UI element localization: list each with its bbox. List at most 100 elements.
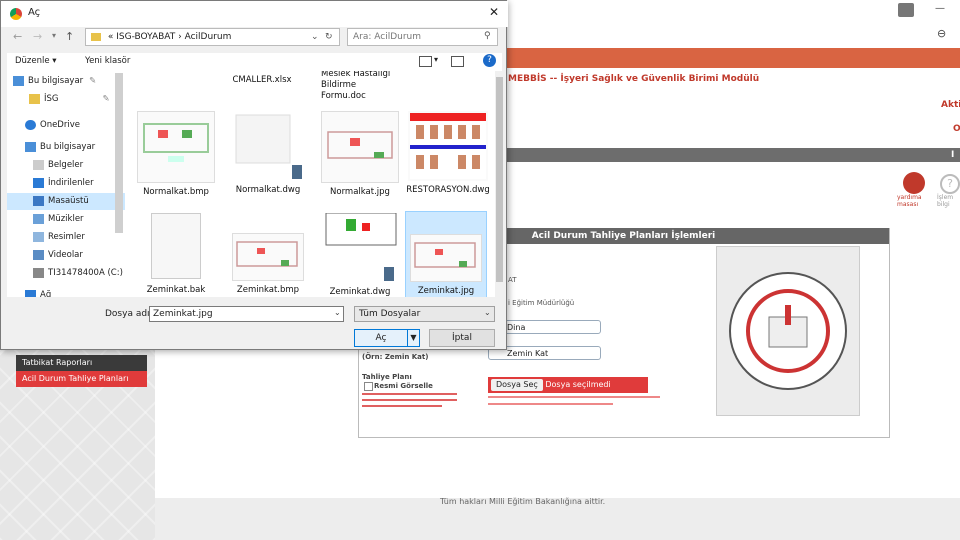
nav-item-pictures[interactable]: Resimler	[7, 229, 125, 246]
image-icon	[33, 231, 44, 242]
footer-text: Tüm hakları Milli Eğitim Bakanlığına ait…	[440, 497, 606, 506]
sidebar-link-drill-reports[interactable]: Tatbikat Raporları	[16, 355, 147, 371]
cancel-button[interactable]: İptal	[429, 329, 495, 347]
nav-item-label: İndirilenler	[48, 178, 94, 188]
nav-item-this-pc[interactable]: Bu bilgisayar ✎	[7, 73, 125, 90]
facade-thumbnail	[408, 111, 488, 181]
file-item-restorasyon-dwg[interactable]: RESTORASYON.dwg	[405, 111, 491, 196]
info-line-1	[362, 393, 457, 395]
nav-item-label: Masaüstü	[48, 196, 89, 206]
file-item-zeminkat-dwg[interactable]: Zeminkat.dwg	[317, 212, 403, 297]
file-item-normalkat-bmp[interactable]: Normalkat.bmp	[133, 111, 219, 198]
file-note-line-1	[488, 396, 660, 398]
desktop-icon	[33, 195, 44, 206]
breadcrumb-isg[interactable]: ISG-BOYABAT	[116, 32, 175, 42]
close-icon[interactable]: ✕	[489, 5, 499, 19]
dialog-titlebar: Aç ✕	[1, 1, 508, 27]
help-icon[interactable]: ?	[940, 174, 960, 194]
file-name: Normalkat.jpg	[330, 187, 390, 197]
search-icon[interactable]: ⚲	[484, 31, 491, 41]
file-item-zeminkat-bak[interactable]: Zeminkat.bak	[133, 213, 219, 296]
file-item-normalkat-jpg[interactable]: Normalkat.jpg	[317, 111, 403, 198]
nav-item-music[interactable]: Müzikler	[7, 211, 125, 228]
video-icon	[33, 249, 44, 260]
sidebar-link-evacuation-plans[interactable]: Acil Durum Tahliye Planları	[16, 371, 147, 387]
nav-item-label: Belgeler	[48, 160, 84, 170]
info-line-3	[362, 405, 442, 407]
nav-item-videos[interactable]: Videolar	[7, 247, 125, 264]
file-choose-button[interactable]: Dosya Seç	[491, 379, 543, 391]
view-dropdown-icon[interactable]: ▾	[434, 55, 438, 64]
blank-file-icon	[151, 213, 201, 279]
filename-input[interactable]: Zeminkat.jpg	[149, 306, 344, 322]
form-label-at: AT	[508, 276, 517, 284]
zoom-icon[interactable]: ⊖	[937, 27, 946, 40]
organize-button[interactable]: Düzenle ▾	[15, 56, 57, 66]
nav-item-drive-c[interactable]: TI31478400A (C:)	[7, 265, 125, 282]
nav-scrollbar[interactable]	[115, 73, 123, 233]
module-title: MEBBİS -- İşyeri Sağlık ve Güvenlik Biri…	[508, 74, 760, 84]
file-note-line-2	[488, 403, 613, 405]
navigation-pane: Bu bilgisayar ✎ İSG ✎ OneDrive Bu bilgisay…	[7, 71, 125, 297]
refresh-icon[interactable]: ↻	[325, 29, 333, 45]
address-bar[interactable]: « ISG-BOYABAT › AcilDurum ⌄ ↻	[85, 28, 340, 46]
open-button[interactable]: Aç	[354, 329, 408, 347]
file-name: Zeminkat.dwg	[329, 287, 391, 297]
floorplan-thumbnail	[232, 233, 304, 281]
nav-item-isg[interactable]: İSG ✎	[7, 91, 125, 108]
open-dropdown-icon[interactable]: ▼	[407, 329, 420, 347]
file-name: Zeminkat.bak	[146, 285, 206, 295]
form-label-directorate: i Eğitim Müdürlüğü	[508, 299, 575, 307]
nav-item-this-pc-2[interactable]: Bu bilgisayar	[7, 139, 125, 156]
file-grid-scroll-thumb[interactable]	[496, 77, 503, 282]
file-item-zeminkat-jpg[interactable]: Zeminkat.jpg	[405, 211, 487, 297]
cloud-icon	[25, 119, 36, 130]
search-input[interactable]: Ara: AcilDurum	[347, 28, 498, 46]
file-item-normalkat-dwg[interactable]: Normalkat.dwg	[225, 111, 311, 196]
file-item-zeminkat-bmp[interactable]: Zeminkat.bmp	[225, 213, 311, 296]
up-icon[interactable]: ↑	[65, 30, 74, 43]
view-icon[interactable]	[419, 56, 432, 67]
filetype-dropdown-icon[interactable]: ⌄	[484, 308, 491, 317]
pin-icon[interactable]: ✎	[89, 76, 96, 86]
pin-icon[interactable]: ✎	[103, 94, 110, 104]
file-name: Normalkat.dwg	[235, 185, 301, 195]
download-icon	[33, 177, 44, 188]
help-desk-label[interactable]: yardıma masası	[897, 194, 937, 208]
new-folder-button[interactable]: Yeni klasör	[85, 56, 130, 66]
breadcrumb-acildurum[interactable]: AcilDurum	[185, 32, 232, 42]
filetype-select[interactable]: Tüm Dosyalar	[354, 306, 495, 322]
preview-pane-icon[interactable]	[451, 56, 464, 67]
nav-item-network[interactable]: Ağ	[7, 287, 125, 297]
filename-label: Dosya adı:	[105, 309, 153, 319]
file-chooser[interactable]: Dosya Seç Dosya seçilmedi	[488, 377, 648, 393]
plan-label: Tahliye Planı	[362, 373, 412, 381]
browser-titlebar: —	[505, 0, 960, 23]
dwg-thumbnail	[230, 111, 306, 181]
address-prefix: «	[107, 32, 114, 42]
help-desk-icon[interactable]	[903, 172, 925, 194]
file-item-meslek[interactable]: Meslek Hastalığı Bildirme Formu.doc	[311, 71, 391, 102]
official-checkbox[interactable]	[364, 382, 373, 391]
address-dropdown-icon[interactable]: ⌄	[311, 29, 319, 45]
floorplan-thumbnail	[321, 111, 399, 183]
nav-item-downloads[interactable]: İndirilenler	[7, 175, 125, 192]
forward-icon[interactable]: →	[33, 30, 42, 43]
help-link[interactable]: İşlem bilgi	[937, 194, 960, 208]
minimize-icon[interactable]: —	[935, 3, 945, 14]
dialog-title: Aç	[28, 7, 41, 18]
history-icon[interactable]: ▾	[52, 31, 56, 40]
back-icon[interactable]: ←	[13, 30, 22, 43]
drive-icon	[33, 267, 44, 278]
nav-item-label: Müzikler	[48, 214, 84, 224]
nav-item-onedrive[interactable]: OneDrive	[7, 117, 125, 134]
file-item-cmaller[interactable]: CMALLER.xlsx	[219, 75, 305, 86]
filename-dropdown-icon[interactable]: ⌄	[334, 308, 341, 317]
nav-item-desktop[interactable]: Masaüstü	[7, 193, 125, 210]
monitor-icon	[25, 141, 36, 152]
help-icon[interactable]: ?	[483, 54, 496, 67]
nav-item-documents[interactable]: Belgeler	[7, 157, 125, 174]
user-icon[interactable]	[898, 3, 914, 17]
file-name: RESTORASYON.dwg	[406, 185, 490, 195]
active-label: Akti	[941, 100, 960, 110]
